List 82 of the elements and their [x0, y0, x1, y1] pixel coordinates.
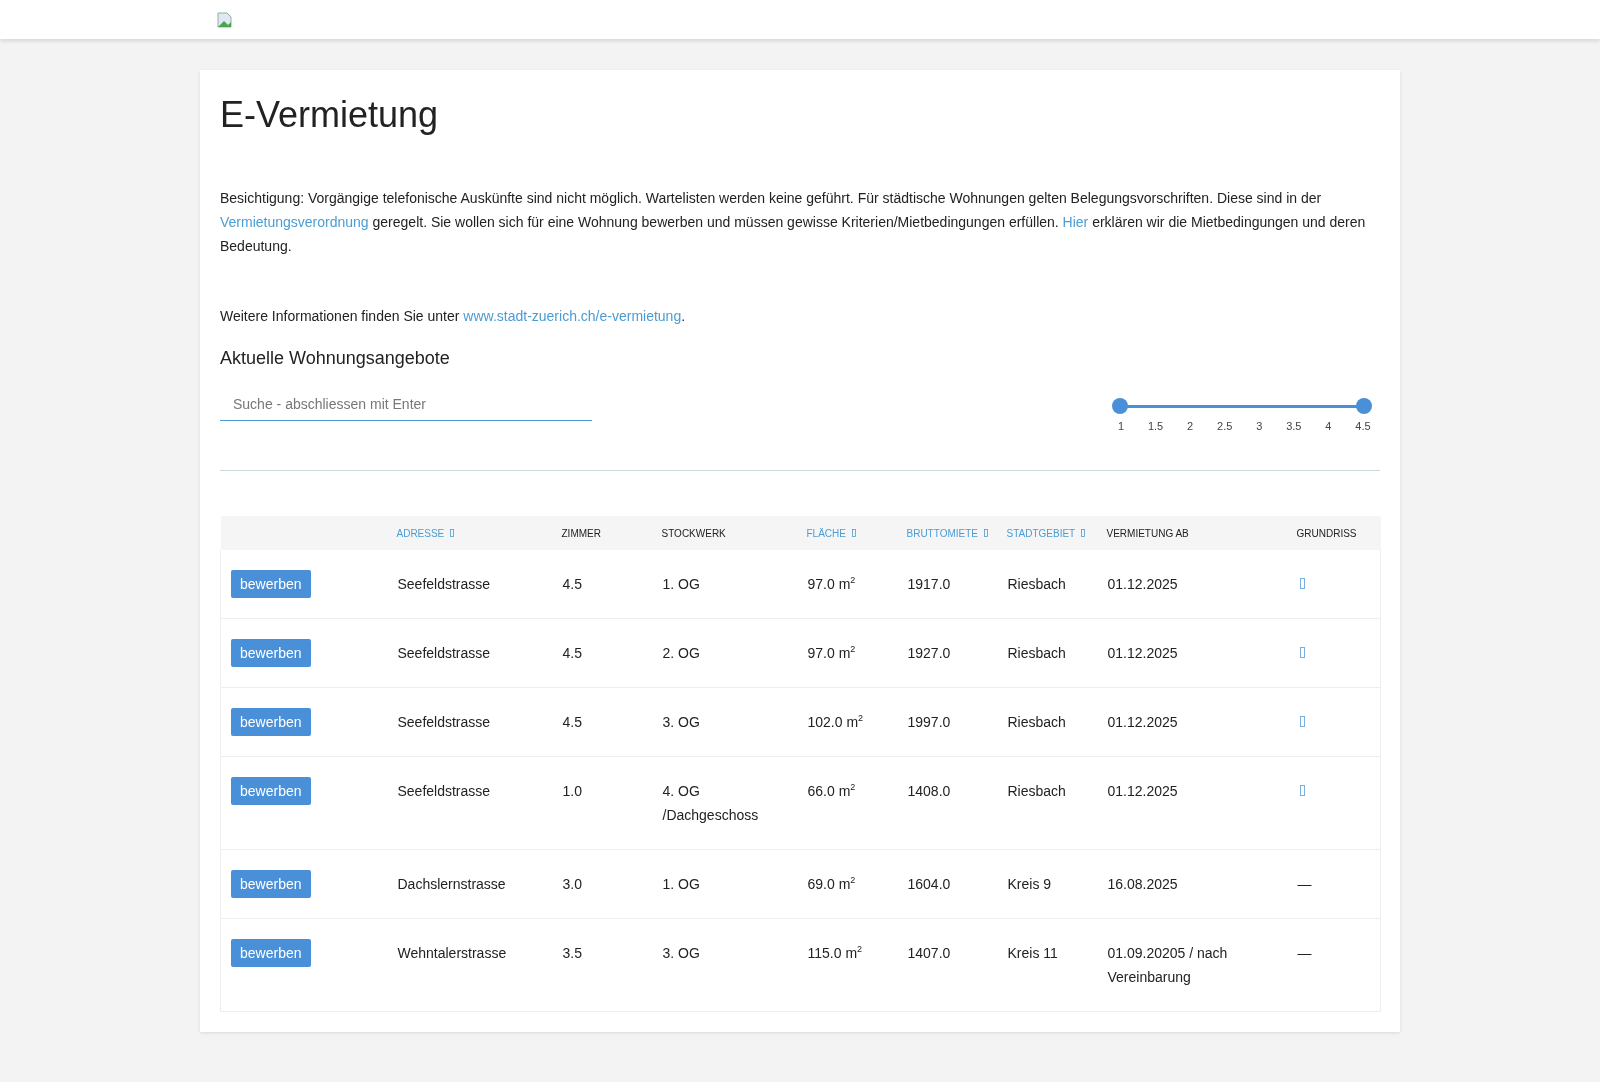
- table-cell: 1. OG: [662, 576, 700, 592]
- table-cell: Seefeldstrasse: [397, 714, 491, 730]
- apply-button[interactable]: bewerben: [231, 570, 311, 598]
- table-cell: 1917.0: [907, 576, 951, 592]
- table-cell: 3.5: [562, 945, 582, 961]
- table-cell: Seefeldstrasse: [397, 576, 491, 592]
- table-cell: Kreis 11: [1007, 945, 1058, 961]
- table-cell: 1408.0: [907, 783, 951, 799]
- table-cell: 102.0 m$^{2}$: [807, 714, 864, 730]
- table-cell: 2. OG: [662, 645, 700, 661]
- column-header[interactable]: FLÄCHE: [806, 527, 856, 539]
- column-header: VERMIETUNG AB: [1106, 527, 1189, 539]
- sort-icon: [450, 529, 455, 537]
- table-cell: 4.5: [562, 576, 582, 592]
- table-cell: Riesbach: [1007, 645, 1066, 661]
- table-cell: 1927.0: [907, 645, 951, 661]
- table-cell: —: [1297, 876, 1312, 892]
- table-cell: 01.09.20205 / nach Vereinbarung: [1107, 945, 1228, 985]
- sort-icon: [851, 529, 856, 537]
- table-cell: Seefeldstrasse: [397, 645, 491, 661]
- broken-image-icon: [217, 11, 233, 28]
- table-cell: 66.0 m$^{2}$: [807, 783, 856, 799]
- apply-button[interactable]: bewerben: [231, 708, 311, 736]
- table-cell: 16.08.2025: [1107, 876, 1178, 892]
- table-cell: 97.0 m$^{2}$: [807, 576, 856, 592]
- intro-paragraph: Besichtigung: Vorgängige telefonische Auskünfte sind nicht möglich. Wartelisten werden keine geführt. Für städtische Wohnungen gelten Belegungsvorschriften. Diese sind in der Vermietungsverordnung geregelt. Sie wollen sich für eine Wohnung bewerben und müssen gewisse Kriterien/Mietbedingungen erfüllen. Hier erklären wir die Mietbedingungen und deren Bedeutung.: [220, 189, 1367, 256]
- table-cell: 1.0: [562, 783, 582, 799]
- table-cell: Wehntalerstrasse: [397, 945, 507, 961]
- column-header: GRUNDRISS: [1296, 527, 1357, 539]
- table-cell: 01.12.2025: [1107, 576, 1178, 592]
- floor-plan-icon[interactable]: [1299, 716, 1305, 727]
- column-header: STOCKWERK: [661, 527, 726, 539]
- table-cell: 3. OG: [662, 714, 700, 730]
- slider-tick-label: 1: [1116, 420, 1126, 432]
- apply-button[interactable]: bewerben: [231, 870, 311, 898]
- floor-plan-icon[interactable]: [1299, 647, 1305, 658]
- regulation-link[interactable]: Vermietungsverordnung: [220, 214, 369, 230]
- table-cell: 01.12.2025: [1107, 714, 1178, 730]
- table-cell: 1. OG: [662, 876, 700, 892]
- slider-tick-label: 1.5: [1147, 420, 1164, 432]
- slider-handle[interactable]: [1356, 398, 1372, 414]
- slider-tick-label: 4: [1324, 420, 1333, 432]
- table-cell: 4.5: [562, 645, 582, 661]
- table-cell: Riesbach: [1007, 714, 1066, 730]
- floor-plan-icon[interactable]: [1299, 785, 1305, 796]
- table-cell: —: [1297, 945, 1312, 961]
- page-title: E-Vermietung: [220, 94, 440, 136]
- table-cell: 4.5: [562, 714, 582, 730]
- column-header: ZIMMER: [561, 527, 601, 539]
- table-cell: Kreis 9: [1007, 876, 1052, 892]
- slider-handle[interactable]: [1112, 398, 1128, 414]
- table-cell: 69.0 m$^{2}$: [807, 876, 856, 892]
- table-cell: 4. OG /Dachgeschoss: [662, 783, 759, 823]
- slider-tick-label: 4.5: [1354, 420, 1371, 432]
- table-cell: Riesbach: [1007, 576, 1066, 592]
- info-text: Weitere Informationen finden Sie unter www.stadt-zuerich.ch/e-vermietung.: [220, 307, 687, 326]
- apply-button[interactable]: bewerben: [231, 939, 311, 967]
- table-cell: 3. OG: [662, 945, 700, 961]
- section-title: Aktuelle Wohnungsangebote: [220, 348, 451, 369]
- apply-button[interactable]: bewerben: [231, 777, 311, 805]
- column-header[interactable]: ADRESSE: [396, 527, 455, 539]
- slider-tick-label: 2: [1186, 420, 1195, 432]
- table-cell: Dachslernstrasse: [397, 876, 506, 892]
- table-cell: 97.0 m$^{2}$: [807, 645, 856, 661]
- sort-icon: [984, 529, 988, 537]
- range-slider[interactable]: [1112, 398, 1372, 414]
- slider-tick-label: 3: [1255, 420, 1264, 432]
- table-cell: Riesbach: [1007, 783, 1066, 799]
- table-cell: 1407.0: [907, 945, 951, 961]
- here-link[interactable]: Hier: [1062, 214, 1089, 230]
- table-cell: 1997.0: [907, 714, 951, 730]
- floor-plan-icon[interactable]: [1299, 578, 1305, 589]
- table-cell: 3.0: [562, 876, 582, 892]
- table-cell: 115.0 m$^{2}$: [807, 945, 863, 961]
- table-cell: Seefeldstrasse: [397, 783, 491, 799]
- table-cell: 1604.0: [907, 876, 951, 892]
- table-cell: 01.12.2025: [1107, 783, 1178, 799]
- slider-tick-label: 3.5: [1285, 420, 1302, 432]
- slider-tick-label: 2.5: [1216, 420, 1233, 432]
- table-cell: 01.12.2025: [1107, 645, 1178, 661]
- apply-button[interactable]: bewerben: [231, 639, 311, 667]
- sort-icon: [1081, 529, 1086, 537]
